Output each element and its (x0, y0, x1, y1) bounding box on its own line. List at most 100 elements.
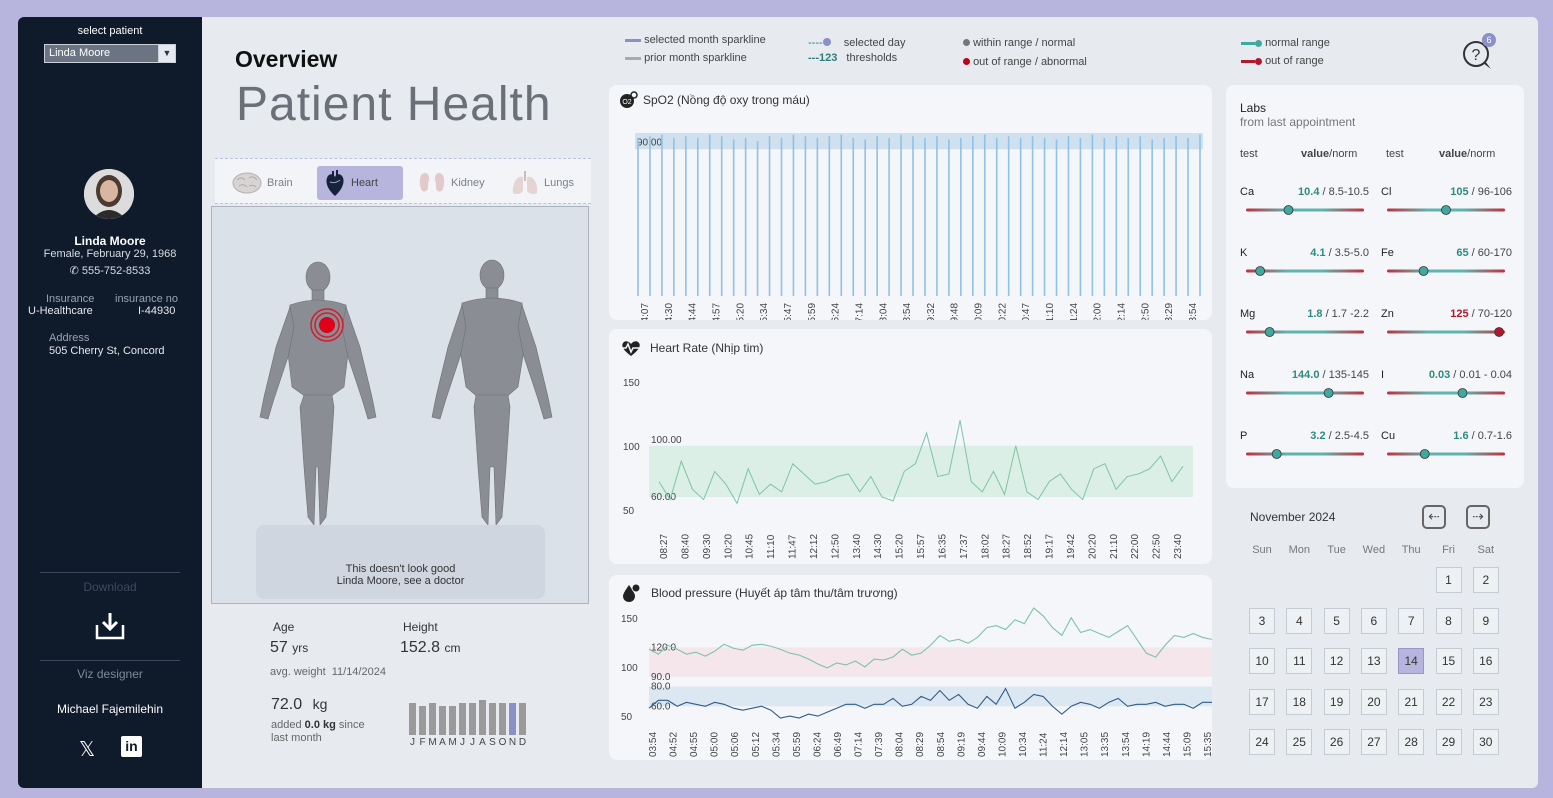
calendar-day[interactable]: 15 (1435, 648, 1462, 674)
month-tick-label: N (509, 737, 516, 748)
calendar-day[interactable]: 8 (1435, 607, 1462, 634)
lab-test-name: Mg (1240, 308, 1256, 320)
help-icon[interactable]: ? 6 (1461, 33, 1496, 76)
spo2-x-tick-label: 22:50 (1140, 303, 1151, 320)
bp-y-tick-label: 150 (621, 614, 638, 625)
x-icon[interactable]: 𝕏 (79, 737, 95, 761)
lab-test-name: P (1240, 430, 1248, 442)
legend-out-range: out of range (1241, 55, 1324, 67)
bp-x-tick-label: 04:52 (669, 732, 680, 757)
spo2-x-tick-label: 21:24 (1069, 303, 1080, 320)
lab-value: 10.4 / 8.5-10.5 (1298, 186, 1369, 198)
next-month-button[interactable]: ⇢ (1466, 505, 1490, 529)
calendar-day[interactable]: 4 (1286, 607, 1313, 634)
weight-bar (519, 703, 526, 735)
bp-normal-band (649, 686, 1212, 707)
svg-text:?: ? (1472, 47, 1481, 64)
tab-brain[interactable]: Brain (225, 166, 299, 200)
lab-value-marker (1494, 327, 1504, 337)
bp-x-tick-label: 13:35 (1100, 732, 1111, 757)
calendar-day[interactable]: 10 (1249, 648, 1275, 674)
labs-card: Labs from last appointment test value/nor… (1226, 85, 1524, 488)
download-icon[interactable] (94, 611, 126, 646)
heart-rate-card: Heart Rate (Nhịp tim) 150 100 50 100.00 60.0… (609, 329, 1212, 564)
phone-icon: ✆ (69, 265, 79, 277)
hr-x-tick-label: 22:00 (1130, 534, 1141, 559)
calendar-day[interactable]: 16 (1472, 648, 1499, 674)
bp-x-tick-label: 04:55 (689, 732, 700, 757)
spo2-x-tick-label: 22:00 (1093, 303, 1104, 320)
calendar-day[interactable]: 13 (1360, 648, 1387, 674)
address-label: Address (49, 332, 90, 344)
calendar-day[interactable]: 28 (1398, 729, 1425, 755)
calendar-day[interactable]: 27 (1360, 729, 1387, 755)
calendar-day[interactable]: 3 (1249, 607, 1275, 634)
sidebar: select patient Linda Moore ▼ Linda Moore… (18, 17, 202, 788)
spo2-threshold-band (635, 133, 1203, 150)
bp-normal-band (649, 647, 1212, 677)
linkedin-icon[interactable]: in (121, 736, 142, 757)
hr-x-tick-label: 22:50 (1152, 534, 1163, 559)
calendar-day[interactable]: 25 (1286, 729, 1313, 755)
tab-lungs[interactable]: Lungs (504, 166, 580, 200)
bp-y-tick-label: 100 (621, 663, 638, 674)
lab-value-marker (1264, 327, 1275, 337)
chevron-down-icon[interactable]: ▼ (158, 45, 175, 62)
calendar-day[interactable]: 2 (1472, 567, 1499, 593)
hr-x-tick-label: 19:17 (1045, 534, 1056, 559)
calendar-day[interactable]: 11 (1286, 648, 1313, 674)
spo2-x-tick-label: 20:22 (997, 303, 1008, 320)
hr-y-tick-label: 150 (623, 378, 640, 389)
labs-col-test: test (1240, 148, 1258, 160)
weight-bar (449, 706, 456, 735)
calendar-day[interactable]: 21 (1398, 688, 1425, 715)
lab-value-marker (1271, 449, 1282, 459)
hr-x-tick-label: 09:30 (702, 534, 713, 559)
divider (40, 572, 180, 573)
calendar-day[interactable]: 24 (1249, 729, 1275, 755)
spo2-x-tick-label: 15:20 (735, 303, 746, 320)
spo2-x-tick-label: 21:10 (1045, 303, 1056, 320)
calendar-day[interactable]: 9 (1472, 607, 1499, 634)
calendar-day[interactable]: 20 (1360, 688, 1387, 715)
address-value: 505 Cherry St, Concord (49, 345, 165, 357)
lab-range-slider (1246, 449, 1364, 459)
spo2-x-tick-label: 15:59 (807, 303, 818, 320)
calendar-day[interactable]: 29 (1435, 729, 1462, 755)
weight-change: added 0.0 kg since (271, 719, 365, 731)
spo2-x-tick-label: 14:57 (711, 303, 722, 320)
download-label: Download (83, 580, 137, 594)
blood-pressure-card: Blood pressure (Huyết áp tâm thu/tâm trư… (609, 575, 1212, 760)
calendar-weekday-label: Mon (1288, 544, 1310, 556)
lab-range-slider (1246, 266, 1364, 276)
prev-month-button[interactable]: ⇠ (1422, 505, 1446, 529)
calendar-day[interactable]: 26 (1323, 729, 1350, 755)
page-title: Patient Health (236, 78, 552, 131)
hr-band-upper-label: 100.00 (651, 435, 682, 446)
calendar-day[interactable]: 7 (1398, 607, 1425, 634)
insurance-label: Insurance (46, 293, 95, 305)
legend-thresholds: ---123 thresholds (808, 52, 898, 64)
weight-bar (409, 703, 416, 735)
calendar-day[interactable]: 14 (1398, 648, 1425, 674)
calendar-day[interactable]: 1 (1435, 567, 1462, 593)
calendar-day[interactable]: 5 (1323, 607, 1350, 634)
calendar-day[interactable]: 19 (1323, 688, 1350, 715)
calendar-day[interactable]: 17 (1249, 688, 1275, 715)
back-figure (431, 259, 553, 526)
spo2-x-tick-label: 22:14 (1117, 303, 1128, 320)
calendar-day[interactable]: 30 (1472, 729, 1499, 755)
tab-heart[interactable]: Heart (317, 166, 403, 200)
calendar-day[interactable]: 18 (1286, 688, 1313, 715)
tab-kidney[interactable]: Kidney (411, 166, 491, 200)
calendar-day[interactable]: 12 (1323, 648, 1350, 674)
lab-test-name: I (1381, 369, 1385, 381)
calendar-day[interactable]: 6 (1360, 607, 1387, 634)
calendar-day[interactable]: 23 (1472, 688, 1499, 715)
lab-range-track (1387, 330, 1505, 334)
patient-select[interactable]: Linda Moore ▼ (44, 44, 176, 63)
calendar-day[interactable]: 22 (1435, 688, 1462, 715)
hr-x-tick-label: 11:10 (766, 534, 777, 559)
legend-prior-month: prior month sparkline (625, 52, 747, 64)
hr-normal-band (649, 445, 1193, 497)
